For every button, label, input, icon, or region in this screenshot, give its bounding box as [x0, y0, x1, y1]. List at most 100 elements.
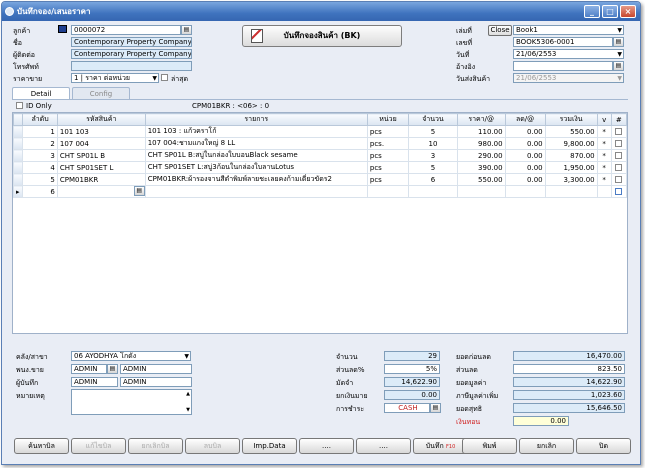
table-row-new[interactable]: ▸ 6 ▤ — [12, 185, 628, 198]
delivery-date-field[interactable]: 21/06/2553 ▼ — [513, 73, 624, 83]
close-button[interactable]: ปิด — [576, 438, 631, 454]
cell-unit[interactable]: pcs — [366, 161, 410, 174]
col-header[interactable]: ราคา/@ — [456, 113, 506, 126]
cell-qty[interactable]: 3 — [408, 149, 458, 162]
cell-code-input[interactable]: ▤ — [56, 185, 146, 198]
sales-code-field[interactable]: ADMIN — [71, 364, 107, 374]
minimize-button[interactable]: _ — [584, 5, 600, 18]
extra-button-1[interactable]: .... — [299, 438, 354, 454]
import-data-button[interactable]: Imp.Data — [242, 438, 297, 454]
cell-qty[interactable]: 5 — [408, 161, 458, 174]
col-header[interactable]: v — [596, 113, 612, 126]
row-checkbox[interactable] — [610, 125, 628, 138]
payment-field[interactable]: CASH — [384, 403, 430, 413]
payment-lookup-button[interactable]: ▤ — [430, 403, 441, 413]
row-checkbox[interactable] — [610, 173, 628, 186]
row-checkbox[interactable] — [610, 185, 628, 198]
cell-code[interactable]: CHT SP01SET L — [56, 161, 146, 174]
cell-disc[interactable]: 0.00 — [504, 137, 546, 150]
col-header[interactable]: รายการ — [144, 113, 368, 126]
cell-price[interactable]: 110.00 — [456, 125, 506, 138]
cancel-bill-button[interactable]: ยกเลิกบิล — [128, 438, 183, 454]
save-booking-button[interactable]: บันทึกจองสินค้า (BK) — [242, 25, 402, 47]
edit-bill-button[interactable]: แก้ไขบิล — [71, 438, 126, 454]
cell-desc[interactable]: 101 103 : แก้วคราโก้ — [144, 125, 368, 138]
id-only-checkbox[interactable] — [16, 102, 23, 109]
cell-code[interactable]: CPM01BKR — [56, 173, 146, 186]
table-row[interactable]: 5 CPM01BKR CPM01BKR:ผ้ารองจานสีดำพิมพ์ลา… — [12, 173, 628, 186]
cell-desc[interactable]: 107 004:ชามแกงใหญ่ 8 LL — [144, 137, 368, 150]
date-field[interactable]: 21/06/2553 ▼ — [513, 49, 624, 59]
cell-qty[interactable]: 10 — [408, 137, 458, 150]
row-checkbox[interactable] — [610, 161, 628, 174]
cell-qty[interactable] — [408, 185, 458, 198]
col-header[interactable]: ลำดับ — [22, 113, 58, 126]
customer-code-field[interactable]: 0000072 — [71, 25, 181, 35]
cell-desc[interactable]: CHT SP01L B:สบู่ในกล่องใบบอนBlack sesame — [144, 149, 368, 162]
ref-lookup-button[interactable]: ▤ — [613, 61, 624, 71]
table-row[interactable]: 1 101 103 101 103 : แก้วคราโก้ pcs 5 110… — [12, 125, 628, 138]
delete-bill-button[interactable]: ลบบิล — [185, 438, 240, 454]
col-header[interactable]: จำนวน — [408, 113, 458, 126]
cell-disc[interactable]: 0.00 — [504, 161, 546, 174]
warehouse-select[interactable]: 06 AYODHYA โกดัง ▼ — [71, 351, 191, 361]
price-select[interactable]: 1 | ราคา ต่อหน่วย ▼ — [71, 73, 159, 83]
cell-price[interactable]: 980.00 — [456, 137, 506, 150]
cell-price[interactable]: 290.00 — [456, 149, 506, 162]
close-book-button[interactable]: Close — [488, 25, 512, 36]
cell-unit[interactable]: pcs. — [366, 137, 410, 150]
table-row[interactable]: 2 107 004 107 004:ชามแกงใหญ่ 8 LL pcs. 1… — [12, 137, 628, 150]
product-lookup-button[interactable]: ▤ — [133, 186, 145, 196]
cell-disc[interactable]: 0.00 — [504, 125, 546, 138]
col-header[interactable]: # — [610, 113, 628, 126]
col-header[interactable]: ลด/@ — [504, 113, 546, 126]
tab-config[interactable]: Config — [72, 87, 130, 99]
cell-desc[interactable]: CHT SP01SET L:สบู่3ก้อนในกล่องใบลานLotus — [144, 161, 368, 174]
cell-qty[interactable]: 6 — [408, 173, 458, 186]
recorder-code-field[interactable]: ADMIN — [71, 377, 118, 387]
table-row[interactable]: 3 CHT SP01L B CHT SP01L B:สบู่ในกล่องใบบ… — [12, 149, 628, 162]
close-window-button[interactable]: × — [620, 5, 636, 18]
col-header[interactable]: รหัสสินค้า — [56, 113, 146, 126]
save-button[interactable]: บันทึก F10 — [413, 438, 468, 454]
cell-price[interactable]: 550.00 — [456, 173, 506, 186]
table-row[interactable]: 4 CHT SP01SET L CHT SP01SET L:สบู่3ก้อนใ… — [12, 161, 628, 174]
phone-field[interactable] — [71, 61, 192, 71]
discount-pct-field[interactable]: 5% — [384, 364, 440, 374]
print-button[interactable]: พิมพ์ — [462, 438, 517, 454]
cell-disc[interactable]: 0.00 — [504, 173, 546, 186]
col-header[interactable]: รวมเงิน — [544, 113, 598, 126]
cell-disc[interactable] — [504, 185, 546, 198]
cell-qty[interactable]: 5 — [408, 125, 458, 138]
ref-field[interactable] — [513, 61, 613, 71]
cell-price[interactable]: 390.00 — [456, 161, 506, 174]
maximize-button[interactable]: □ — [602, 5, 618, 18]
cell-disc[interactable]: 0.00 — [504, 149, 546, 162]
row-checkbox[interactable] — [610, 149, 628, 162]
col-header[interactable]: หน่วย — [366, 113, 410, 126]
cell-code[interactable]: 101 103 — [56, 125, 146, 138]
name-field[interactable]: Contemporary Property Company Limite — [71, 37, 192, 47]
note-textarea[interactable]: ▲ ▼ — [71, 389, 192, 415]
doc-lookup-button[interactable]: ▤ — [613, 37, 624, 47]
recorder-name-field[interactable]: ADMIN — [120, 377, 192, 387]
cell-unit[interactable] — [366, 185, 410, 198]
customer-lookup-button[interactable]: ▤ — [181, 25, 192, 35]
cell-desc[interactable] — [144, 185, 368, 198]
tab-detail[interactable]: Detail — [12, 87, 70, 99]
row-checkbox[interactable] — [610, 137, 628, 150]
cell-unit[interactable]: pcs — [366, 125, 410, 138]
discount-field[interactable]: 823.50 — [513, 364, 625, 374]
search-bill-button[interactable]: ค้นหาบิล — [14, 438, 69, 454]
cancel-button[interactable]: ยกเลิก — [519, 438, 574, 454]
sales-lookup-button[interactable]: ▤ — [107, 364, 118, 374]
sales-name-field[interactable]: ADMIN — [120, 364, 192, 374]
cell-price[interactable] — [456, 185, 506, 198]
cell-code[interactable]: CHT SP01L B — [56, 149, 146, 162]
contact-field[interactable]: Contemporary Property Company Limite — [71, 49, 192, 59]
cell-unit[interactable]: pcs — [366, 173, 410, 186]
cell-desc[interactable]: CPM01BKR:ผ้ารองจานสีดำพิมพ์ลายชะเลยคงก้า… — [144, 173, 368, 186]
doc-number-field[interactable]: BOOK5306-0001 — [513, 37, 613, 47]
book-select[interactable]: Book1 ▼ — [513, 25, 624, 35]
cell-unit[interactable]: pcs — [366, 149, 410, 162]
